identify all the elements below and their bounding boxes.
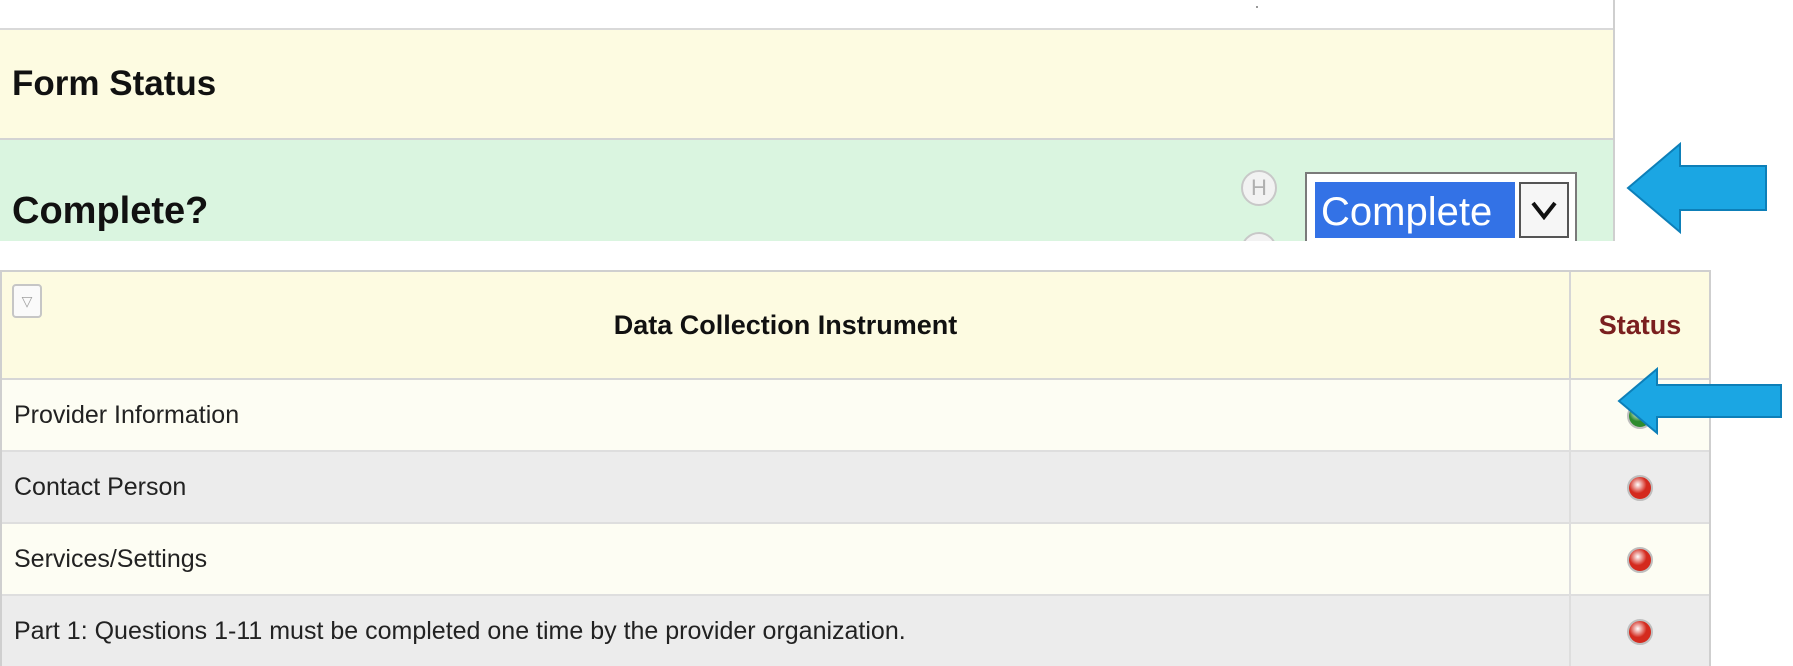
instrument-name[interactable]: Contact Person bbox=[2, 451, 1571, 524]
column-header-instrument: ▽ Data Collection Instrument bbox=[2, 272, 1571, 380]
complete-field-label: Complete? bbox=[12, 190, 209, 232]
history-icon[interactable]: H bbox=[1241, 170, 1277, 206]
instrument-status-table: ▽ Data Collection Instrument Status Prov… bbox=[0, 270, 1711, 666]
panel-top-edge bbox=[0, 0, 1613, 30]
status-dot-icon[interactable] bbox=[1627, 474, 1653, 501]
status-dot-icon[interactable] bbox=[1627, 618, 1653, 645]
complete-status-select[interactable]: Complete bbox=[1305, 172, 1577, 241]
comment-icon[interactable] bbox=[1241, 232, 1277, 241]
table-row[interactable]: Provider Information bbox=[2, 379, 1709, 452]
callout-arrow-select bbox=[1626, 141, 1767, 235]
form-status-panel: Form Status Complete? H Complete bbox=[0, 0, 1615, 241]
collapse-toggle-icon[interactable]: ▽ bbox=[12, 284, 42, 318]
table-header-row: ▽ Data Collection Instrument Status bbox=[2, 272, 1709, 380]
instrument-name[interactable]: Services/Settings bbox=[2, 523, 1571, 596]
table-row[interactable]: Services/Settings bbox=[2, 523, 1709, 596]
instrument-name[interactable]: Part 1: Questions 1-11 must be completed… bbox=[2, 595, 1571, 666]
complete-field-row: Complete? H Complete bbox=[0, 140, 1613, 241]
callout-arrow-status bbox=[1617, 366, 1782, 436]
form-status-header: Form Status bbox=[0, 30, 1613, 140]
column-header-status: Status bbox=[1570, 272, 1709, 380]
table-row[interactable]: Part 1: Questions 1-11 must be completed… bbox=[2, 595, 1709, 666]
selected-status-value: Complete bbox=[1315, 182, 1515, 238]
instrument-name[interactable]: Provider Information bbox=[2, 379, 1571, 452]
status-cell bbox=[1570, 451, 1709, 524]
status-cell bbox=[1570, 523, 1709, 596]
status-cell bbox=[1570, 595, 1709, 666]
chevron-down-icon[interactable] bbox=[1519, 182, 1569, 238]
form-status-title: Form Status bbox=[12, 64, 217, 103]
status-dot-icon[interactable] bbox=[1627, 546, 1653, 573]
table-row[interactable]: Contact Person bbox=[2, 451, 1709, 524]
